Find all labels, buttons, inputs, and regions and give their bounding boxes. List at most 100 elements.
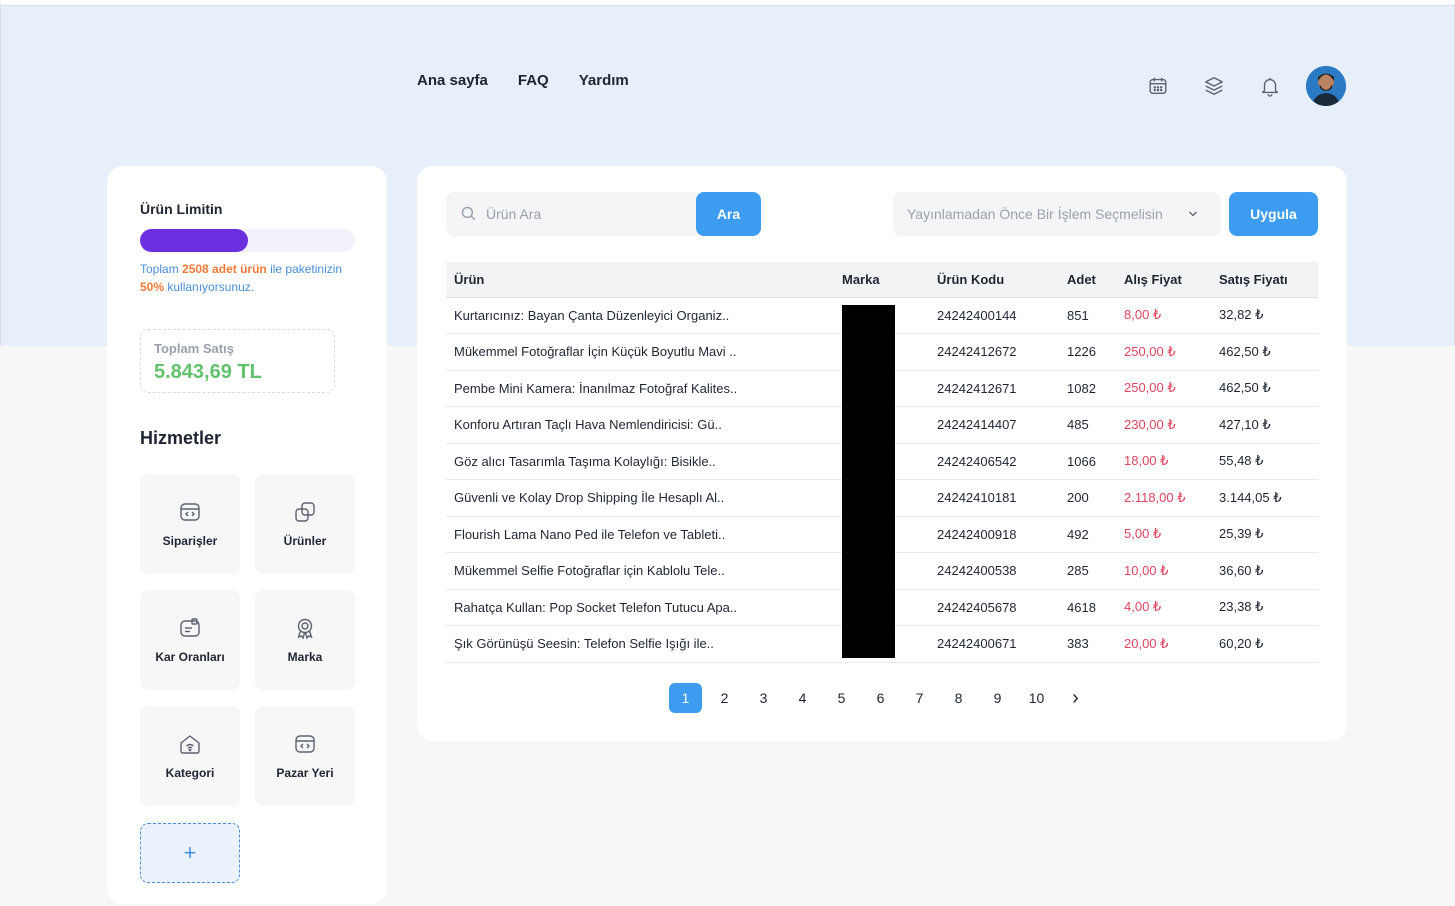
limit-count: 2508 adet ürün xyxy=(182,262,267,276)
quantity-cell: 383 xyxy=(1059,625,1116,663)
product-limit-text: Toplam 2508 adet ürün ile paketinizin 50… xyxy=(140,262,343,294)
page-5-button[interactable]: 5 xyxy=(825,683,858,713)
sell-price-cell: 462,50 ₺ xyxy=(1211,333,1318,371)
products-panel: Ara Yayınlamadan Önce Bir İşlem Seçmelis… xyxy=(417,166,1347,741)
award-icon xyxy=(297,618,313,640)
apply-button[interactable]: Uygula xyxy=(1229,192,1318,236)
sell-price-cell: 3.144,05 ₺ xyxy=(1211,479,1318,517)
page-2-button[interactable]: 2 xyxy=(708,683,741,713)
search-box xyxy=(446,192,696,236)
quantity-cell: 1226 xyxy=(1059,333,1116,371)
column-header-product[interactable]: Ürün xyxy=(446,262,834,297)
product-name-cell: Kurtarıcınız: Bayan Çanta Düzenleyici Or… xyxy=(446,296,834,334)
product-name-cell: Şık Görünüşü Seesin: Telefon Selfie Işığ… xyxy=(446,625,834,663)
calendar-icon[interactable] xyxy=(1146,74,1170,98)
browser-code-icon xyxy=(295,735,315,753)
column-header-brand[interactable]: Marka xyxy=(834,262,929,297)
quantity-cell: 1082 xyxy=(1059,370,1116,407)
buy-price-cell: 8,00 ₺ xyxy=(1116,296,1211,334)
quantity-cell: 485 xyxy=(1059,406,1116,444)
service-products[interactable]: Ürünler xyxy=(255,474,355,574)
sell-price-cell: 462,50 ₺ xyxy=(1211,370,1318,407)
product-name-cell: Mükemmel Fotoğraflar İçin Küçük Boyutlu … xyxy=(446,333,834,371)
buy-price-cell: 5,00 ₺ xyxy=(1116,516,1211,553)
limit-percent: 50% xyxy=(140,280,165,294)
page-1-button[interactable]: 1 xyxy=(669,683,702,713)
redaction-block xyxy=(842,305,895,658)
buy-price-cell: 4,00 ₺ xyxy=(1116,589,1211,626)
quantity-cell: 4618 xyxy=(1059,589,1116,626)
quantity-cell: 200 xyxy=(1059,479,1116,517)
quantity-cell: 1066 xyxy=(1059,443,1116,480)
total-sales-label: Toplam Satış xyxy=(154,341,234,356)
column-header-code[interactable]: Ürün Kodu xyxy=(929,262,1059,297)
page-6-button[interactable]: 6 xyxy=(864,683,897,713)
page-10-button[interactable]: 10 xyxy=(1020,683,1053,713)
nav-faq[interactable]: FAQ xyxy=(518,72,549,89)
quantity-cell: 851 xyxy=(1059,296,1116,334)
product-code-cell: 24242405678 xyxy=(929,589,1059,626)
nav-home[interactable]: Ana sayfa xyxy=(417,72,488,89)
bulk-action-select[interactable]: Yayınlamadan Önce Bir İşlem Seçmelisin xyxy=(893,192,1221,236)
page-3-button[interactable]: 3 xyxy=(747,683,780,713)
top-nav: Ana sayfa FAQ Yardım xyxy=(417,72,629,89)
next-page-chevron-icon[interactable]: › xyxy=(1059,683,1092,713)
table-header-row: Ürün Marka Ürün Kodu Adet Alış Fiyat Sat… xyxy=(446,262,1318,297)
plus-icon: + xyxy=(183,840,197,865)
chevron-down-icon xyxy=(1189,211,1197,217)
total-sales-value: 5.843,69 TL xyxy=(154,361,262,383)
product-code-cell: 24242406542 xyxy=(929,443,1059,480)
pagination: 1 2 3 4 5 6 7 8 9 10 › xyxy=(669,683,1098,713)
product-code-cell: 24242400671 xyxy=(929,625,1059,663)
product-name-cell: Konforu Artıran Taçlı Hava Nemlendiricis… xyxy=(446,406,834,444)
quantity-cell: 285 xyxy=(1059,552,1116,590)
header-actions xyxy=(1146,66,1346,106)
search-input[interactable] xyxy=(486,192,686,236)
product-name-cell: Flourish Lama Nano Ped ile Telefon ve Ta… xyxy=(446,516,834,553)
home-wifi-icon xyxy=(180,735,200,754)
buy-price-cell: 250,00 ₺ xyxy=(1116,333,1211,371)
product-name-cell: Pembe Mini Kamera: İnanılmaz Fotoğraf Ka… xyxy=(446,370,834,407)
service-orders[interactable]: Siparişler xyxy=(140,474,240,574)
column-header-qty[interactable]: Adet xyxy=(1059,262,1116,297)
product-code-cell: 24242412671 xyxy=(929,370,1059,407)
product-code-cell: 24242412672 xyxy=(929,333,1059,371)
product-code-cell: 24242400538 xyxy=(929,552,1059,590)
search-button[interactable]: Ara xyxy=(696,192,761,236)
service-marketplace[interactable]: Pazar Yeri xyxy=(255,706,355,806)
product-code-cell: 24242414407 xyxy=(929,406,1059,444)
service-brand[interactable]: Marka xyxy=(255,590,355,690)
buy-price-cell: 18,00 ₺ xyxy=(1116,443,1211,480)
column-header-sell-price[interactable]: Satış Fiyatı xyxy=(1211,262,1318,297)
sell-price-cell: 25,39 ₺ xyxy=(1211,516,1318,553)
product-limit-progress xyxy=(140,229,355,252)
service-profit-rates[interactable]: Kar Oranları xyxy=(140,590,240,690)
services-title: Hizmetler xyxy=(140,428,222,448)
buy-price-cell: 2.118,00 ₺ xyxy=(1116,479,1211,517)
product-limit-progress-fill xyxy=(140,229,248,252)
add-service-button[interactable]: + xyxy=(140,823,240,883)
layers-icon[interactable] xyxy=(1202,74,1226,98)
product-code-cell: 24242400918 xyxy=(929,516,1059,553)
column-header-buy-price[interactable]: Alış Fiyat xyxy=(1116,262,1211,297)
bulk-action-select-value: Yayınlamadan Önce Bir İşlem Seçmelisin xyxy=(907,206,1163,222)
buy-price-cell: 230,00 ₺ xyxy=(1116,406,1211,444)
nav-help[interactable]: Yardım xyxy=(579,72,629,89)
page-9-button[interactable]: 9 xyxy=(981,683,1014,713)
avatar[interactable] xyxy=(1306,66,1346,106)
sell-price-cell: 427,10 ₺ xyxy=(1211,406,1318,444)
total-sales-card: Toplam Satış 5.843,69 TL xyxy=(140,329,335,393)
sell-price-cell: 55,48 ₺ xyxy=(1211,443,1318,480)
service-category[interactable]: Kategori xyxy=(140,706,240,806)
product-code-cell: 24242400144 xyxy=(929,296,1059,334)
sell-price-cell: 36,60 ₺ xyxy=(1211,552,1318,590)
browser-code-icon xyxy=(180,503,200,521)
page-7-button[interactable]: 7 xyxy=(903,683,936,713)
page-4-button[interactable]: 4 xyxy=(786,683,819,713)
quantity-cell: 492 xyxy=(1059,516,1116,553)
page-8-button[interactable]: 8 xyxy=(942,683,975,713)
bell-icon[interactable] xyxy=(1258,74,1282,98)
product-name-cell: Göz alıcı Tasarımla Taşıma Kolaylığı: Bi… xyxy=(446,443,834,480)
sell-price-cell: 23,38 ₺ xyxy=(1211,589,1318,626)
buy-price-cell: 250,00 ₺ xyxy=(1116,370,1211,407)
